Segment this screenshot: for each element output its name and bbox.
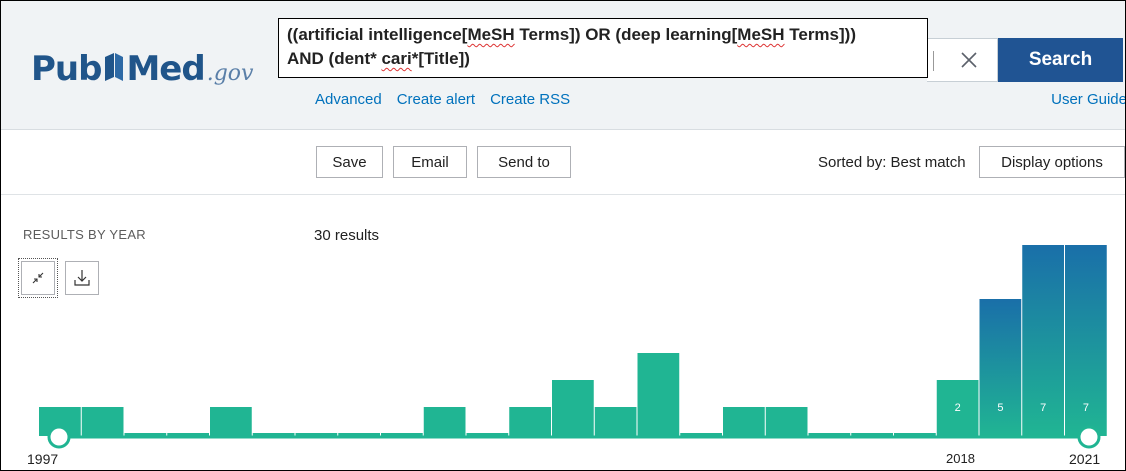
bar-value-label-2018: 2 [955,402,961,414]
bar-2011[interactable] [637,353,680,436]
bar-value-label-2021: 7 [1083,402,1089,414]
bar-2019[interactable] [979,299,1022,436]
results-by-year-chart: 2 5 7 7 [39,245,1107,449]
bar-value-label-2020: 7 [1040,402,1046,414]
year-label-end: 2021 [1069,451,1101,467]
year-label-mid: 2018 [946,451,975,466]
timeline-start-handle[interactable] [47,425,71,449]
pubmed-results-page: Pub Med .gov Search ((artificial intelli… [0,0,1126,471]
bar-2006[interactable] [423,407,466,436]
bar-2009[interactable] [552,380,594,436]
year-label-start: 1997 [27,451,59,467]
bar-2013[interactable] [723,407,765,436]
timeline-end-handle[interactable] [1077,425,1101,449]
bar-2014[interactable] [765,407,808,436]
bar-1998[interactable] [81,407,124,436]
bar-2001[interactable] [210,407,252,436]
bar-2010[interactable] [594,407,637,436]
bar-2008[interactable] [509,407,551,436]
bar-value-label-2019: 5 [997,402,1003,414]
